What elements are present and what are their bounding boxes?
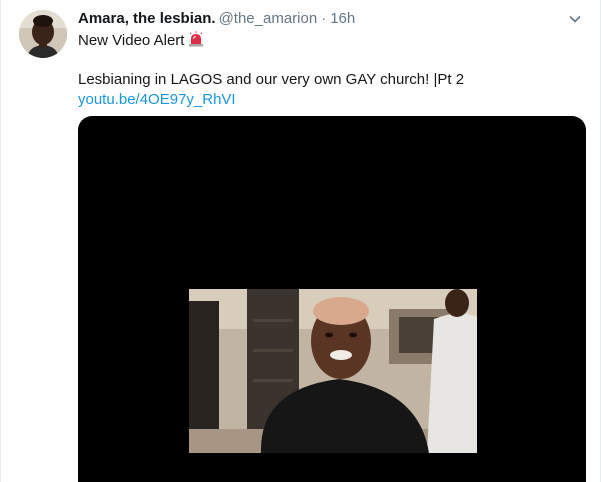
tweet-text-line-3: youtu.be/4OE97y_RhVI [78, 90, 236, 110]
youtube-link[interactable]: youtu.be/4OE97y_RhVI [78, 91, 236, 108]
tweet-headline: New Video Alert [78, 32, 185, 49]
tweet-text-line-1: New Video Alert [78, 31, 204, 51]
tweet-text-line-2: Lesbianing in LAGOS and our very own GAY… [78, 71, 465, 88]
tweet-timestamp[interactable]: 16h [330, 10, 355, 27]
avatar-image [19, 10, 67, 58]
video-frame-image [189, 289, 477, 453]
separator-dot: · [321, 10, 327, 27]
display-name[interactable]: Amara, the lesbian. [78, 10, 216, 27]
chevron-down-icon[interactable] [567, 11, 583, 27]
user-handle[interactable]: @the_amarion [219, 10, 318, 27]
tweet[interactable]: Amara, the lesbian. @the_amarion · 16h New … [0, 0, 601, 482]
police-car-light-icon [188, 31, 204, 47]
avatar[interactable] [19, 10, 67, 58]
tweet-header: Amara, the lesbian. @the_amarion · 16h [78, 9, 355, 29]
video-player[interactable] [78, 116, 586, 482]
video-thumbnail [189, 289, 477, 453]
